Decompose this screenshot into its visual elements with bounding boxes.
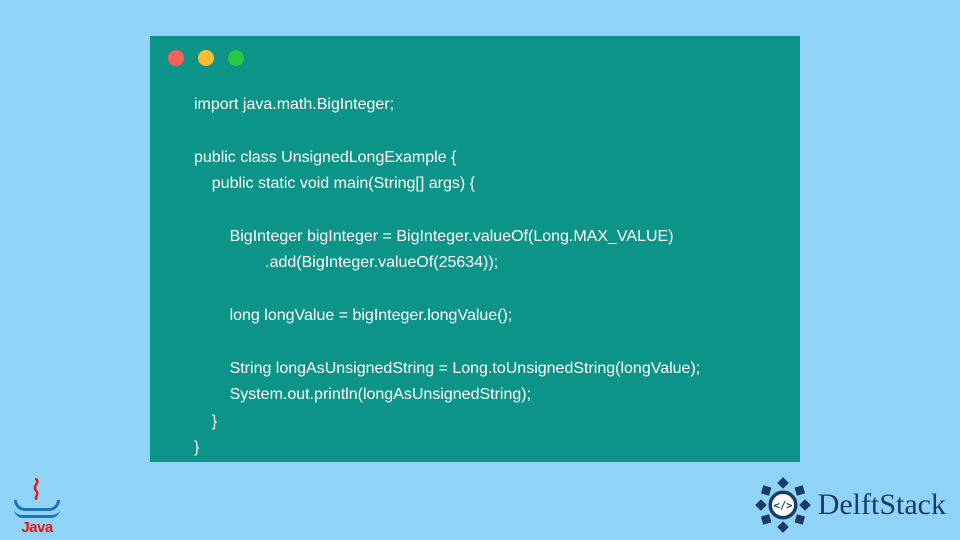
delftstack-logo: </> DelftStack — [754, 476, 946, 534]
java-steam-icon — [28, 478, 46, 500]
delftstack-wordmark: DelftStack — [818, 488, 946, 522]
minimize-icon[interactable] — [198, 50, 214, 66]
java-cup-icon — [14, 500, 60, 511]
java-logo: Java — [12, 478, 62, 536]
java-wordmark: Java — [12, 519, 62, 536]
code-window: import java.math.BigInteger; public clas… — [150, 36, 800, 462]
delftstack-gear-icon: </> — [754, 476, 812, 534]
zoom-icon[interactable] — [228, 50, 244, 66]
window-titlebar — [150, 36, 800, 72]
code-snippet: import java.math.BigInteger; public clas… — [150, 88, 800, 481]
svg-text:</>: </> — [773, 500, 792, 512]
close-icon[interactable] — [168, 50, 184, 66]
